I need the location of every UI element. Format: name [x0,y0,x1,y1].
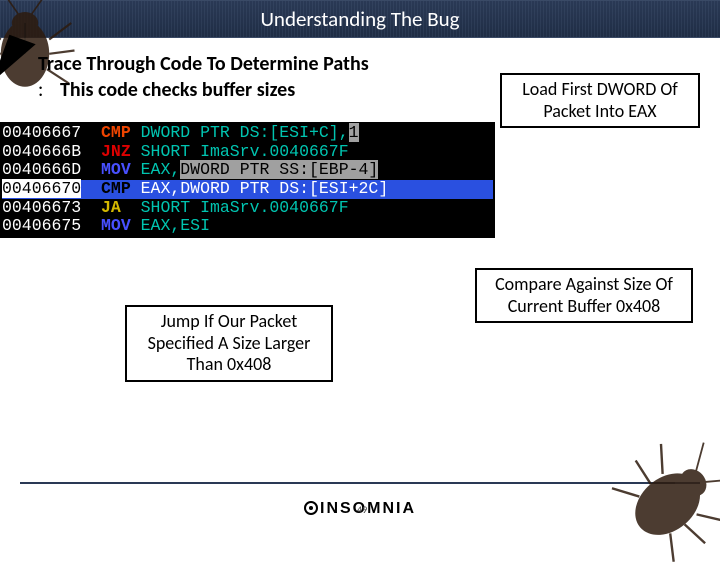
roach-decoration-bottom [590,413,720,582]
callout-compare-size: Compare Against Size Of Current Buffer 0… [475,268,693,323]
callout-load-dword: Load First DWORD Of Packet Into EAX [500,73,700,128]
slide-title: Understanding The Bug [260,6,459,32]
slide-title-bar: Understanding The Bug [0,0,720,38]
bullet-char: : [38,78,60,102]
footer-divider [20,482,675,484]
asm-row: 00406667 CMP DWORD PTR DS:[ESI+C],1 [2,124,493,143]
asm-row-selected: 00406670 CMP EAX,DWORD PTR DS:[ESI+2C] [2,180,493,199]
page-number: 49 [357,503,367,516]
asm-row: 0040666D MOV EAX,DWORD PTR SS:[EBP-4] [2,161,493,180]
asm-row: 0040666B JNZ SHORT ImaSrv.0040667F [2,143,493,162]
asm-row: 00406673 JA SHORT ImaSrv.0040667F [2,199,493,218]
callout-jump-if: Jump If Our Packet Specified A Size Larg… [125,305,333,382]
disassembly-listing: 00406667 CMP DWORD PTR DS:[ESI+C],1 0040… [0,122,495,238]
bullet-text: This code checks buffer sizes [60,78,295,102]
asm-row: 00406675 MOV EAX,ESI [2,217,493,236]
